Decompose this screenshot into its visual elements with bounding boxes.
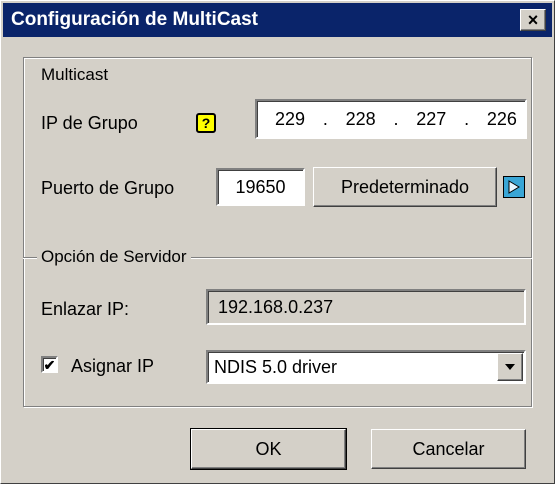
group-port-label: Puerto de Grupo xyxy=(41,178,175,198)
assign-ip-label[interactable]: Asignar IP xyxy=(71,355,154,377)
bind-ip-field: 192.168.0.237 xyxy=(206,289,526,325)
bind-ip-label: Enlazar IP: xyxy=(41,299,130,319)
checkmark-icon: ✔ xyxy=(43,356,56,373)
group-port-input[interactable]: 19650 xyxy=(216,168,305,206)
title-bar[interactable]: Configuración de MultiCast × xyxy=(3,3,552,37)
server-option-legend: Opción de Servidor xyxy=(37,247,191,267)
group-ip-input[interactable]: 229 . 228 . 227 . 226 xyxy=(255,99,527,139)
ip-separator: . xyxy=(464,108,470,129)
assign-ip-checkbox[interactable]: ✔ xyxy=(41,356,58,373)
play-arrow-icon[interactable] xyxy=(503,176,525,198)
default-button[interactable]: Predeterminado xyxy=(313,167,497,207)
ip-octet-4[interactable]: 226 xyxy=(487,109,517,130)
multicast-config-dialog: Configuración de MultiCast × Multicast I… xyxy=(0,0,555,484)
ip-octet-2[interactable]: 228 xyxy=(346,109,376,130)
bind-ip-value: 192.168.0.237 xyxy=(218,296,334,317)
dialog-title: Configuración de MultiCast xyxy=(11,9,258,30)
chevron-down-icon[interactable] xyxy=(497,353,523,381)
ok-button[interactable]: OK xyxy=(190,428,347,470)
ip-octet-3[interactable]: 227 xyxy=(416,109,446,130)
multicast-legend: Multicast xyxy=(37,65,113,85)
ip-separator: . xyxy=(393,108,399,129)
ip-separator: . xyxy=(322,108,328,129)
ip-octet-1[interactable]: 229 xyxy=(275,109,305,130)
close-button[interactable]: × xyxy=(520,9,546,31)
cancel-button-label: Cancelar xyxy=(412,438,485,459)
close-icon: × xyxy=(527,10,539,30)
group-port-value: 19650 xyxy=(235,176,286,197)
adapter-select[interactable]: NDIS 5.0 driver xyxy=(206,350,526,384)
cancel-button[interactable]: Cancelar xyxy=(371,429,526,469)
default-button-label: Predeterminado xyxy=(340,176,470,197)
adapter-selected-value: NDIS 5.0 driver xyxy=(214,356,338,377)
group-ip-label: IP de Grupo xyxy=(41,113,138,133)
ok-button-label: OK xyxy=(255,438,282,459)
help-icon-glyph: ? xyxy=(201,115,211,131)
help-question-icon[interactable]: ? xyxy=(196,113,216,133)
